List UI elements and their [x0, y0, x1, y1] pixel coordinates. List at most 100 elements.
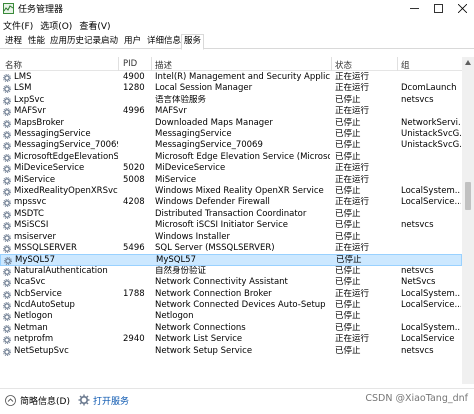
table-row[interactable]: MessagingService MessagingService 已停止 Unist… [0, 129, 462, 140]
table-row[interactable]: LMS 4900 Intel(R) Management and Security … [0, 72, 462, 83]
service-pid: 2940 [123, 334, 145, 345]
service-gear-icon [3, 233, 11, 242]
service-name: NetSetupSvc [14, 345, 69, 356]
service-description: MiDeviceService [155, 163, 226, 174]
service-name: MSiSCSI [14, 220, 49, 231]
vertical-scrollbar[interactable] [462, 57, 474, 384]
column-divider[interactable] [151, 57, 152, 71]
column-name[interactable]: 名称 [5, 59, 22, 71]
less-info-button[interactable]: 简略信息(D) [20, 394, 70, 407]
table-row[interactable]: NcdAutoSetup Network Connected Devices Au… [0, 300, 462, 311]
service-gear-icon [3, 188, 11, 196]
column-header: 名称 PID 描述 状态 组 [0, 57, 462, 71]
service-gear-icon [3, 142, 11, 151]
column-divider[interactable] [397, 57, 398, 71]
table-row[interactable]: MessagingService_70069 MessagingService_7… [0, 140, 462, 151]
tab-users[interactable]: 用户 [122, 35, 143, 49]
task-manager-icon [3, 3, 14, 14]
service-gear-icon [3, 324, 11, 333]
service-name: NcdAutoSetup [14, 300, 75, 310]
column-divider[interactable] [331, 57, 332, 71]
table-row[interactable]: msiserver Windows Installer 已停止 [0, 232, 462, 243]
table-row[interactable]: Netman Network Connections 已停止 LocalSystem.… [0, 323, 462, 334]
scrollbar-thumb[interactable] [465, 182, 471, 210]
table-row[interactable]: MapsBroker Downloaded Maps Manager 已停止 Netw… [0, 118, 462, 129]
service-status: 已停止 [335, 300, 361, 310]
service-name: MiDeviceService [14, 163, 85, 174]
menu-bar: 文件(F) 选项(O) 查看(V) [0, 17, 474, 33]
service-gear-icon [3, 108, 11, 117]
minimize-button[interactable] [402, 0, 426, 17]
table-row[interactable]: MiService 5008 MiService 正在运行 [0, 175, 462, 186]
service-gear-icon [3, 96, 11, 105]
table-row[interactable]: NcbService 1788 Network Connection Broker 正… [0, 289, 462, 300]
tab-details[interactable]: 详细信息 [145, 35, 183, 49]
table-row[interactable]: MSiSCSI Microsoft iSCSI Initiator Service… [0, 220, 462, 231]
service-description: Microsoft Edge Elevation Service (Micros… [155, 151, 330, 162]
open-services-link[interactable]: 打开服务 [93, 394, 129, 407]
menu-view[interactable]: 查看(V) [79, 19, 110, 32]
service-group: DcomLaunch [401, 83, 457, 94]
table-row[interactable]: MSSQLSERVER 5496 SQL Server (MSSQLSERVER) 正… [0, 243, 462, 254]
service-description: MiService [155, 174, 197, 185]
service-name: MSSQLSERVER [14, 243, 77, 253]
window-title: 任务管理器 [18, 5, 64, 15]
service-group: LocalService... [401, 197, 461, 208]
table-row[interactable]: MicrosoftEdgeElevationS... Microsoft Edge… [0, 152, 462, 163]
table-row[interactable]: NetSetupSvc Network Setup Service 已停止 netsv… [0, 346, 462, 357]
service-status: 正在运行 [335, 243, 370, 253]
table-row[interactable]: MSDTC Distributed Transaction Coordinator… [0, 209, 462, 220]
table-row[interactable]: MiDeviceService 5020 MiDeviceService 正在运行 [0, 163, 462, 174]
service-name: NcaSvc [14, 277, 46, 288]
table-row[interactable]: NaturalAuthentication 自然身份验证 已停止 netsvcs [0, 266, 462, 277]
service-gear-icon [3, 245, 11, 253]
table-row[interactable]: mpssvc 4208 Windows Defender Firewall 正在运行 L… [0, 197, 462, 208]
maximize-icon [433, 4, 443, 13]
service-description: Downloaded Maps Manager [155, 117, 273, 128]
table-row[interactable]: LSM 1280 Local Session Manager 正在运行 DcomLaun… [0, 83, 462, 94]
service-gear-icon [3, 210, 11, 219]
table-row[interactable]: netprofm 2940 Network List Service 正在运行 Loca… [0, 334, 462, 345]
service-group: LocalSystem... [401, 186, 461, 196]
service-gear-icon [3, 347, 11, 356]
service-pid: 4996 [123, 106, 145, 117]
chevron-up-icon[interactable] [5, 395, 16, 406]
column-group[interactable]: 组 [401, 59, 410, 71]
service-name: mpssvc [14, 197, 47, 208]
tab-services[interactable]: 服务 [181, 34, 205, 50]
column-divider[interactable] [118, 57, 119, 71]
menu-options[interactable]: 选项(O) [40, 19, 72, 32]
service-description: MAFSvr [155, 106, 187, 117]
service-name: MixedRealityOpenXRSvc [14, 186, 118, 196]
maximize-button[interactable] [426, 0, 450, 17]
tab-app-history[interactable]: 应用历史记录 [48, 35, 103, 49]
column-pid[interactable]: PID [123, 59, 137, 69]
table-row[interactable]: LxpSvc 语言体验服务 已停止 netsvcs [0, 95, 462, 106]
scroll-up-icon[interactable] [465, 60, 471, 65]
table-row[interactable]: NcaSvc Network Connectivity Assistant 已停止 N… [0, 277, 462, 288]
service-pid: 1280 [123, 83, 145, 94]
service-description: MessagingService [155, 129, 232, 139]
service-gear-icon [3, 279, 11, 288]
close-button[interactable] [450, 0, 474, 17]
service-name: netprofm [14, 334, 54, 345]
service-group: netsvcs [401, 265, 434, 276]
tab-processes[interactable]: 进程 [3, 35, 24, 49]
service-description: Windows Defender Firewall [155, 197, 270, 208]
service-description: Network Connections [155, 322, 246, 333]
column-status[interactable]: 状态 [335, 59, 352, 71]
menu-file[interactable]: 文件(F) [3, 19, 33, 32]
tab-performance[interactable]: 性能 [26, 35, 47, 49]
service-status: 已停止 [335, 186, 361, 196]
tab-startup[interactable]: 启动 [99, 35, 120, 49]
table-row[interactable]: MixedRealityOpenXRSvc Windows Mixed Reali… [0, 186, 462, 197]
service-pid: 1788 [123, 288, 145, 299]
table-row[interactable]: MySQL57 MySQL57 已停止 [0, 254, 462, 266]
table-row[interactable]: Netlogon Netlogon 已停止 [0, 311, 462, 322]
service-name: MessagingService_70069 [14, 140, 118, 151]
column-description[interactable]: 描述 [155, 59, 172, 71]
table-row[interactable]: MAFSvr 4996 MAFSvr 正在运行 [0, 106, 462, 117]
service-status: 已停止 [335, 220, 361, 231]
service-name: NaturalAuthentication [14, 265, 108, 276]
service-gear-icon [3, 222, 11, 231]
